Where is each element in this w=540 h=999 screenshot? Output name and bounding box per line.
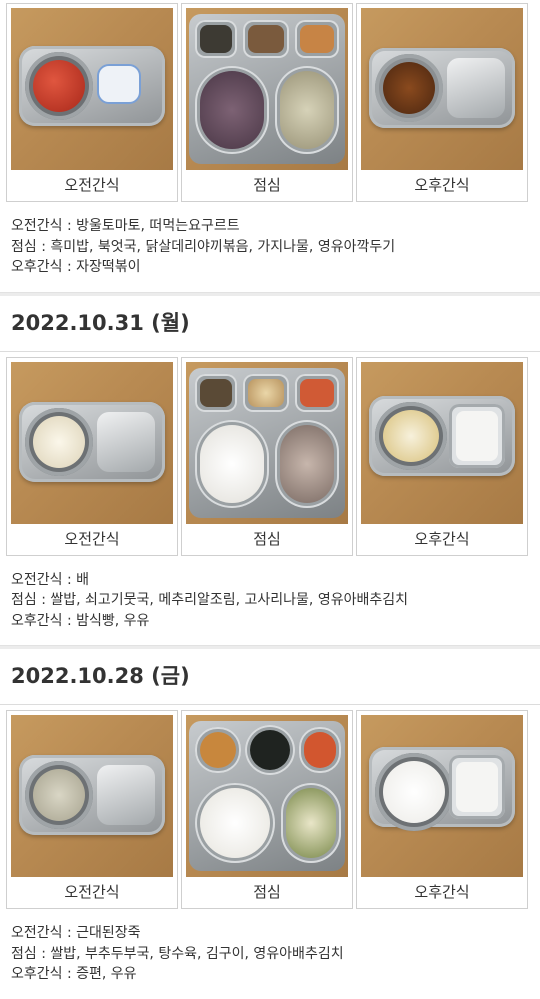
meal-photo[interactable]: [361, 8, 523, 170]
meal-card-afternoon[interactable]: 오후간식: [356, 356, 528, 556]
meal-photo[interactable]: [186, 8, 348, 170]
date-header: 2022.10.31 (월): [0, 296, 540, 352]
day-section-3: 2022.10.28 (금) 오전간식 점심 오후간식 오전간식: 근대된장죽…: [0, 649, 540, 999]
meal-caption: 오후간식: [414, 529, 470, 548]
meal-photo[interactable]: [11, 715, 173, 877]
menu-text: 오전간식 : 방울토마토, 떠먹는요구르트 점심 : 흑미밥, 북엇국, 닭살데…: [0, 202, 540, 292]
meal-caption: 점심: [253, 176, 281, 194]
meal-card-morning[interactable]: 오전간식: [6, 3, 178, 202]
meal-photo[interactable]: [11, 8, 173, 170]
menu-afternoon: 오후간식 : 밤식빵, 우유: [11, 612, 150, 629]
meal-caption: 오전간식: [64, 529, 120, 548]
photo-row: 오전간식 점심 오후간식: [0, 0, 540, 202]
date-header: 2022.10.28 (금): [0, 649, 540, 705]
meal-caption: 점심: [253, 529, 281, 548]
photo-row: 오전간식 점심 오후간식: [0, 352, 540, 556]
meal-photo[interactable]: [186, 361, 348, 524]
meal-card-morning[interactable]: 오전간식: [6, 356, 178, 556]
photo-row: 오전간식 점심 오후간식: [0, 705, 540, 909]
day-section-2: 2022.10.31 (월) 오전간식 점심 오후간식 오전간식: 배 점심 …: [0, 296, 540, 646]
menu-lunch: 점심 : 흑미밥, 북엇국, 닭살데리야끼볶음, 가지나물, 영유아깍두기: [11, 238, 396, 255]
meal-photo[interactable]: [11, 361, 173, 524]
meal-caption: 오후간식: [414, 883, 470, 901]
meal-caption: 오후간식: [414, 176, 470, 194]
menu-afternoon: 오후간식 : 자장떡볶이: [11, 259, 141, 275]
menu-lunch: 점심 : 쌀밥, 쇠고기뭇국, 메추리알조림, 고사리나물, 영유아배추김치: [11, 592, 408, 608]
menu-morning: 오전간식 : 방울토마토, 떠먹는요구르트: [11, 218, 240, 234]
meal-card-afternoon[interactable]: 오후간식: [356, 3, 528, 202]
meal-card-afternoon[interactable]: 오후간식: [356, 710, 528, 909]
menu-text: 오전간식 : 배 점심 : 쌀밥, 쇠고기뭇국, 메추리알조림, 고사리나물, …: [0, 556, 540, 646]
meal-photo[interactable]: [361, 361, 523, 524]
menu-morning: 오전간식 : 배: [11, 571, 90, 588]
menu-text: 오전간식 : 근대된장죽 점심 : 쌀밥, 부추두부국, 탕수육, 김구이, 영…: [0, 909, 540, 999]
meal-photo[interactable]: [361, 715, 523, 877]
meal-photo[interactable]: [186, 715, 348, 877]
meal-card-lunch[interactable]: 점심: [181, 356, 353, 556]
menu-morning: 오전간식 : 근대된장죽: [11, 925, 141, 941]
menu-afternoon: 오후간식 : 증편, 우유: [11, 966, 137, 982]
meal-caption: 점심: [253, 883, 281, 901]
meal-caption: 오전간식: [64, 176, 120, 194]
day-section-1: 오전간식 점심 오후간식 오전간식: 방울토마토, 떠먹는요구르트 점심: …: [0, 0, 540, 292]
meal-card-lunch[interactable]: 점심: [181, 710, 353, 909]
meal-caption: 오전간식: [64, 883, 120, 901]
meal-card-lunch[interactable]: 점심: [181, 3, 353, 202]
meal-card-morning[interactable]: 오전간식: [6, 710, 178, 909]
menu-lunch: 점심 : 쌀밥, 부추두부국, 탕수육, 김구이, 영유아배추김치: [11, 945, 344, 962]
